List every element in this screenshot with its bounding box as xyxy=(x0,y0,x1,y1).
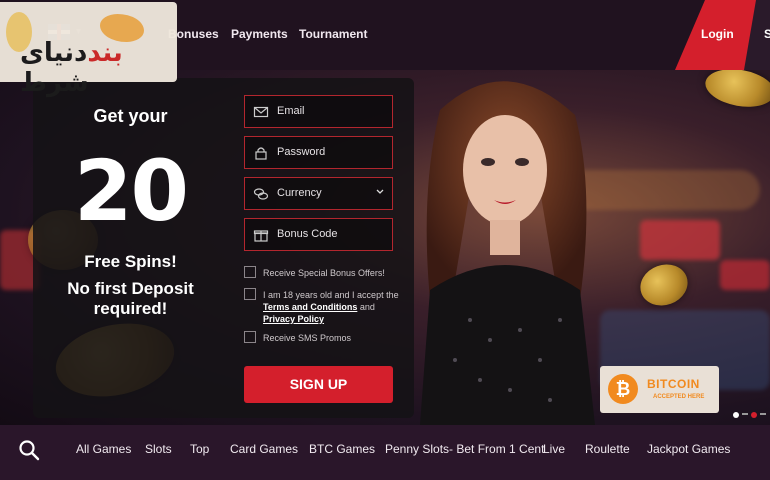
carousel-dot[interactable] xyxy=(742,412,748,415)
bitcoin-title: BITCOIN xyxy=(647,377,700,391)
sms-checkbox[interactable] xyxy=(244,331,256,343)
email-placeholder: Email xyxy=(277,105,305,117)
currency-placeholder: Currency xyxy=(277,187,322,199)
bokeh-light xyxy=(640,220,720,260)
carousel-dot[interactable] xyxy=(760,412,766,415)
watermark-logo: بنددنیای شرط xyxy=(0,2,177,98)
logo-text: بنددنیای شرط xyxy=(20,38,123,98)
envelope-icon xyxy=(253,106,269,118)
promo-line-3: No first Deposit required! xyxy=(67,279,194,318)
nav-roulette[interactable]: Roulette xyxy=(585,442,630,456)
lock-icon xyxy=(255,147,267,160)
carousel-dot[interactable] xyxy=(751,412,757,418)
terms-link[interactable]: Terms and Conditions xyxy=(263,302,357,312)
password-field[interactable]: Password xyxy=(244,136,393,169)
nav-all-games[interactable]: All Games xyxy=(76,442,131,456)
coins-icon xyxy=(253,188,269,200)
coin-icon xyxy=(634,257,694,313)
game-category-nav: All Games Slots Top Card Games BTC Games… xyxy=(0,425,770,480)
nav-card-games[interactable]: Card Games xyxy=(230,442,298,456)
coin-icon xyxy=(702,70,770,112)
nav-tournament[interactable]: Tournament xyxy=(299,27,367,41)
nav-top[interactable]: Top xyxy=(190,442,209,456)
carousel-dots xyxy=(733,405,769,423)
login-button[interactable]: Login xyxy=(701,27,734,41)
bitcoin-subtitle: ACCEPTED HERE xyxy=(653,394,705,400)
bonus-offers-label: Receive Special Bonus Offers! xyxy=(263,268,385,278)
nav-penny-slots[interactable]: Penny Slots- Bet From 1 Cent xyxy=(385,442,544,456)
bonus-offers-checkbox[interactable] xyxy=(244,266,256,278)
privacy-link[interactable]: Privacy Policy xyxy=(263,314,324,324)
terms-checkbox[interactable] xyxy=(244,288,256,300)
email-field[interactable]: Email xyxy=(244,95,393,128)
bitcoin-accepted-badge: ₿ BITCOIN ACCEPTED HERE xyxy=(600,366,719,413)
promo-line-2: Free Spins! xyxy=(84,252,177,271)
nav-jackpot-games[interactable]: Jackpot Games xyxy=(647,442,730,456)
nav-btc-games[interactable]: BTC Games xyxy=(309,442,375,456)
sms-label: Receive SMS Promos xyxy=(263,333,352,343)
bonus-code-field[interactable]: Bonus Code xyxy=(244,218,393,251)
search-icon[interactable] xyxy=(18,439,40,461)
carousel-dot[interactable] xyxy=(733,412,739,418)
nav-live[interactable]: Live xyxy=(543,442,565,456)
bonus-code-placeholder: Bonus Code xyxy=(277,228,338,240)
currency-select[interactable]: Currency xyxy=(244,177,393,210)
bitcoin-icon: ₿ xyxy=(608,374,638,404)
signup-button[interactable]: SIGN UP xyxy=(244,366,393,403)
bokeh-light xyxy=(720,260,770,290)
nav-payments[interactable]: Payments xyxy=(231,27,288,41)
promo-line-1: Get your xyxy=(93,106,168,126)
password-placeholder: Password xyxy=(277,146,326,158)
gift-icon xyxy=(253,230,269,242)
promo-amount: 20 xyxy=(74,142,189,240)
nav-slots[interactable]: Slots xyxy=(145,442,172,456)
signup-tab[interactable]: S xyxy=(764,27,770,41)
model-image xyxy=(420,81,595,425)
chevron-down-icon xyxy=(376,189,384,194)
terms-label: I am 18 years old and I accept the Terms… xyxy=(263,290,399,324)
